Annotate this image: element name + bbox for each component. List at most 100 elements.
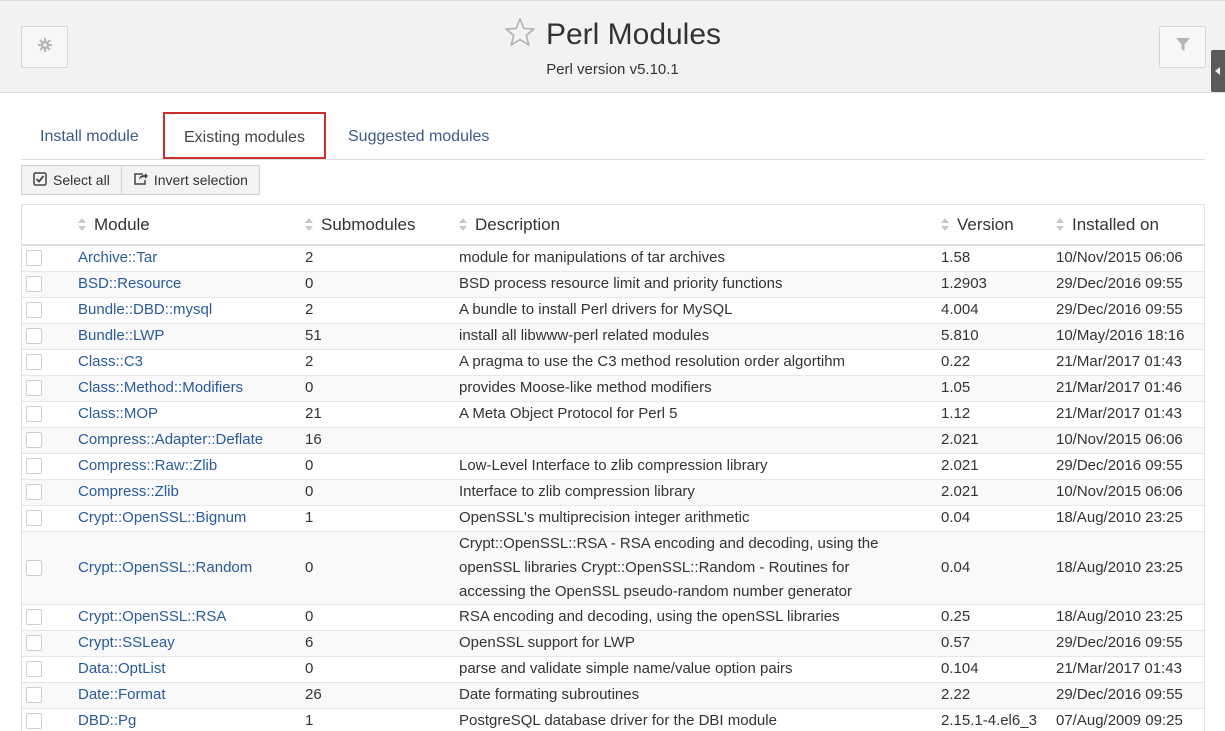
module-description: OpenSSL's multiprecision integer arithme… [459,509,750,526]
column-header-installed-on[interactable]: Installed on [1056,205,1204,246]
column-header-description[interactable]: Description [459,205,941,246]
module-description: Crypt::OpenSSL::RSA - RSA encoding and d… [459,534,879,600]
side-panel-toggle[interactable] [1211,50,1225,92]
installed-date-cell: 29/Dec/2016 09:55 [1056,629,1204,656]
installed-date: 21/Mar/2017 01:43 [1056,660,1182,677]
table-row[interactable]: Crypt::OpenSSL::RSA 0 RSA encoding and dec… [22,603,1204,630]
checkbox-cell [22,374,78,401]
module-name-link[interactable]: Archive::Tar [78,249,157,266]
module-description: Low-Level Interface to zlib compression … [459,457,768,474]
tab-suggested-modules[interactable]: Suggested modules [329,112,508,160]
row-checkbox[interactable] [26,380,42,397]
checkbox-cell [22,400,78,427]
checkbox-cell [22,478,78,505]
module-version-cell: 0.104 [941,655,1056,682]
column-module-label: Module [94,214,150,234]
table-row[interactable]: Compress::Adapter::Deflate 16 2.021 10/Nov/… [22,426,1204,453]
module-name-link[interactable]: Compress::Zlib [78,483,179,500]
row-checkbox[interactable] [26,250,42,267]
sort-icon [78,218,86,232]
table-row[interactable]: Compress::Zlib 0 Interface to zlib compres… [22,478,1204,505]
submodules-count-cell: 0 [305,530,459,604]
column-header-version[interactable]: Version [941,205,1056,246]
table-row[interactable]: BSD::Resource 0 BSD process resource limit… [22,270,1204,297]
table-row[interactable]: DBD::Pg 1 PostgreSQL database driver for t… [22,707,1204,731]
module-name-link[interactable]: Compress::Adapter::Deflate [78,431,263,448]
installed-date: 21/Mar/2017 01:43 [1056,353,1182,370]
checkbox-cell [22,270,78,297]
column-header-module[interactable]: Module [78,205,305,246]
module-name-link[interactable]: Data::OptList [78,660,166,677]
row-checkbox[interactable] [26,635,42,652]
invert-selection-button[interactable]: Invert selection [121,165,260,195]
installed-date-cell: 10/Nov/2015 06:06 [1056,478,1204,505]
installed-date-cell: 10/Nov/2015 06:06 [1056,244,1204,271]
table-row[interactable]: Bundle::DBD::mysql 2 A bundle to install P… [22,296,1204,323]
installed-date-cell: 18/Aug/2010 23:25 [1056,530,1204,604]
table-row[interactable]: Bundle::LWP 51 install all libwww-perl rel… [22,322,1204,349]
row-checkbox[interactable] [26,328,42,345]
table-row[interactable]: Class::MOP 21 A Meta Object Protocol for P… [22,400,1204,427]
module-name-link[interactable]: BSD::Resource [78,275,181,292]
checkbox-cell [22,452,78,479]
table-row[interactable]: Crypt::OpenSSL::Bignum 1 OpenSSL's multipr… [22,504,1204,531]
installed-date: 29/Dec/2016 09:55 [1056,686,1183,703]
table-row[interactable]: Crypt::SSLeay 6 OpenSSL support for LWP 0.5… [22,629,1204,656]
installed-date: 18/Aug/2010 23:25 [1056,509,1183,526]
module-description: A pragma to use the C3 method resolution… [459,353,846,370]
row-checkbox[interactable] [26,406,42,423]
installed-date: 07/Aug/2009 09:25 [1056,712,1183,730]
module-name-link[interactable]: Date::Format [78,686,166,703]
module-name-link[interactable]: Bundle::LWP [78,327,164,344]
module-name-link[interactable]: DBD::Pg [78,712,136,729]
table-row[interactable]: Class::Method::Modifiers 0 provides Moose-… [22,374,1204,401]
row-checkbox[interactable] [26,458,42,475]
table-row[interactable]: Archive::Tar 2 module for manipulations of… [22,244,1204,271]
installed-date: 10/Nov/2015 06:06 [1056,483,1183,500]
column-header-submodules[interactable]: Submodules [305,205,459,246]
module-name-link-cell: Date::Format [78,681,305,708]
star-outline-icon[interactable] [504,17,536,52]
module-description-cell: parse and validate simple name/value opt… [459,655,941,682]
module-version: 0.04 [941,558,971,576]
module-name-link[interactable]: Crypt::OpenSSL::Bignum [78,509,246,526]
module-name-link[interactable]: Crypt::OpenSSL::RSA [78,608,226,625]
module-version: 2.22 [941,686,971,703]
table-row[interactable]: Class::C3 2 A pragma to use the C3 method … [22,348,1204,375]
module-name-link[interactable]: Bundle::DBD::mysql [78,301,212,318]
row-checkbox[interactable] [26,609,42,626]
checkbox-cell [22,681,78,708]
installed-date: 29/Dec/2016 09:55 [1056,301,1183,318]
module-name-link[interactable]: Crypt::SSLeay [78,634,175,651]
submodules-count-cell: 0 [305,603,459,630]
row-checkbox[interactable] [26,687,42,704]
sort-icon [941,218,949,232]
select-all-button[interactable]: Select all [21,165,122,195]
row-checkbox[interactable] [26,713,42,730]
module-name-link[interactable]: Compress::Raw::Zlib [78,457,217,474]
checkbox-cell [22,348,78,375]
table-row[interactable]: Crypt::OpenSSL::Random 0 Crypt::OpenSSL::R… [22,530,1204,604]
row-checkbox[interactable] [26,432,42,449]
tab-install-module[interactable]: Install module [21,112,158,160]
module-name-link[interactable]: Crypt::OpenSSL::Random [78,559,252,576]
row-checkbox[interactable] [26,510,42,527]
module-version: 1.12 [941,405,971,422]
module-name-link[interactable]: Class::MOP [78,405,158,422]
row-checkbox[interactable] [26,276,42,293]
tab-existing-modules[interactable]: Existing modules [163,112,326,159]
table-row[interactable]: Data::OptList 0 parse and validate simple … [22,655,1204,682]
module-name-link[interactable]: Class::C3 [78,353,143,370]
table-row[interactable]: Date::Format 26 Date formating subroutines… [22,681,1204,708]
row-checkbox[interactable] [26,302,42,319]
table-row[interactable]: Compress::Raw::Zlib 0 Low-Level Interface … [22,452,1204,479]
row-checkbox[interactable] [26,484,42,501]
row-checkbox[interactable] [26,559,42,576]
module-name-link-cell: Bundle::DBD::mysql [78,296,305,323]
module-version: 0.104 [941,660,979,677]
module-version-cell: 1.12 [941,400,1056,427]
filter-button[interactable] [1159,26,1206,68]
row-checkbox[interactable] [26,354,42,371]
module-name-link[interactable]: Class::Method::Modifiers [78,379,243,396]
row-checkbox[interactable] [26,661,42,678]
